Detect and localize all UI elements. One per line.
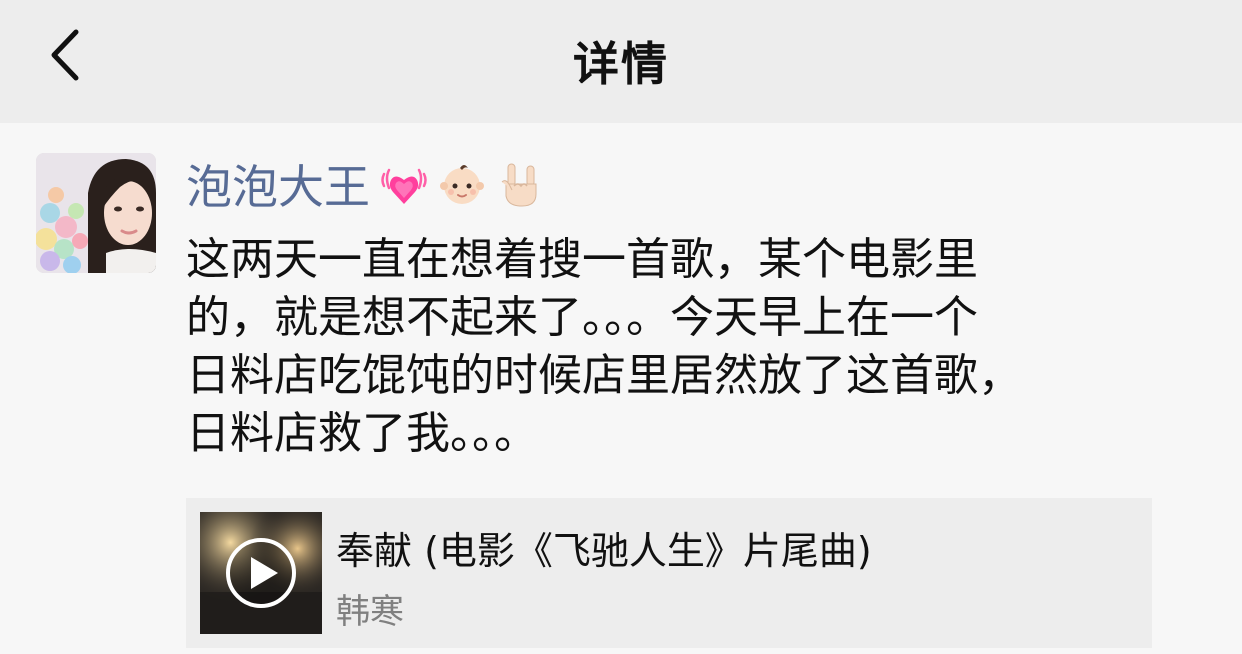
post-text: 这两天一直在想着搜一首歌，某个电影里 的，就是想不起来了。。。今天早上在一个 日… xyxy=(186,231,1186,463)
music-title: 奉献 (电影《飞驰人生》片尾曲) xyxy=(336,529,872,573)
author-row: 泡泡大王 xyxy=(186,153,544,215)
post-text-line: 的，就是想不起来了。。。今天早上在一个 xyxy=(186,292,978,343)
album-cover[interactable] xyxy=(200,512,322,634)
page-title: 详情 xyxy=(573,37,669,91)
music-artist: 韩寒 xyxy=(336,592,404,632)
post-text-line: 日料店吃馄饨的时候店里居然放了这首歌， xyxy=(186,350,1022,401)
username[interactable]: 泡泡大王 xyxy=(186,151,370,217)
post-text-line: 日料店救了我。。。 xyxy=(186,408,538,459)
post-detail: 泡泡大王 这两天一直在想着搜一首歌，某个电影里 的，就是想不起来了。。。今天早上… xyxy=(0,123,1242,654)
avatar[interactable] xyxy=(36,153,156,273)
baby-icon xyxy=(438,160,486,208)
avatar-image xyxy=(36,153,156,273)
navigation-bar: 详情 xyxy=(0,0,1242,123)
growing-heart-icon xyxy=(380,160,428,208)
rock-on-hand-icon xyxy=(496,160,544,208)
music-card[interactable]: 奉献 (电影《飞驰人生》片尾曲) 韩寒 xyxy=(186,498,1152,648)
post-text-line: 这两天一直在想着搜一首歌，某个电影里 xyxy=(186,234,978,285)
